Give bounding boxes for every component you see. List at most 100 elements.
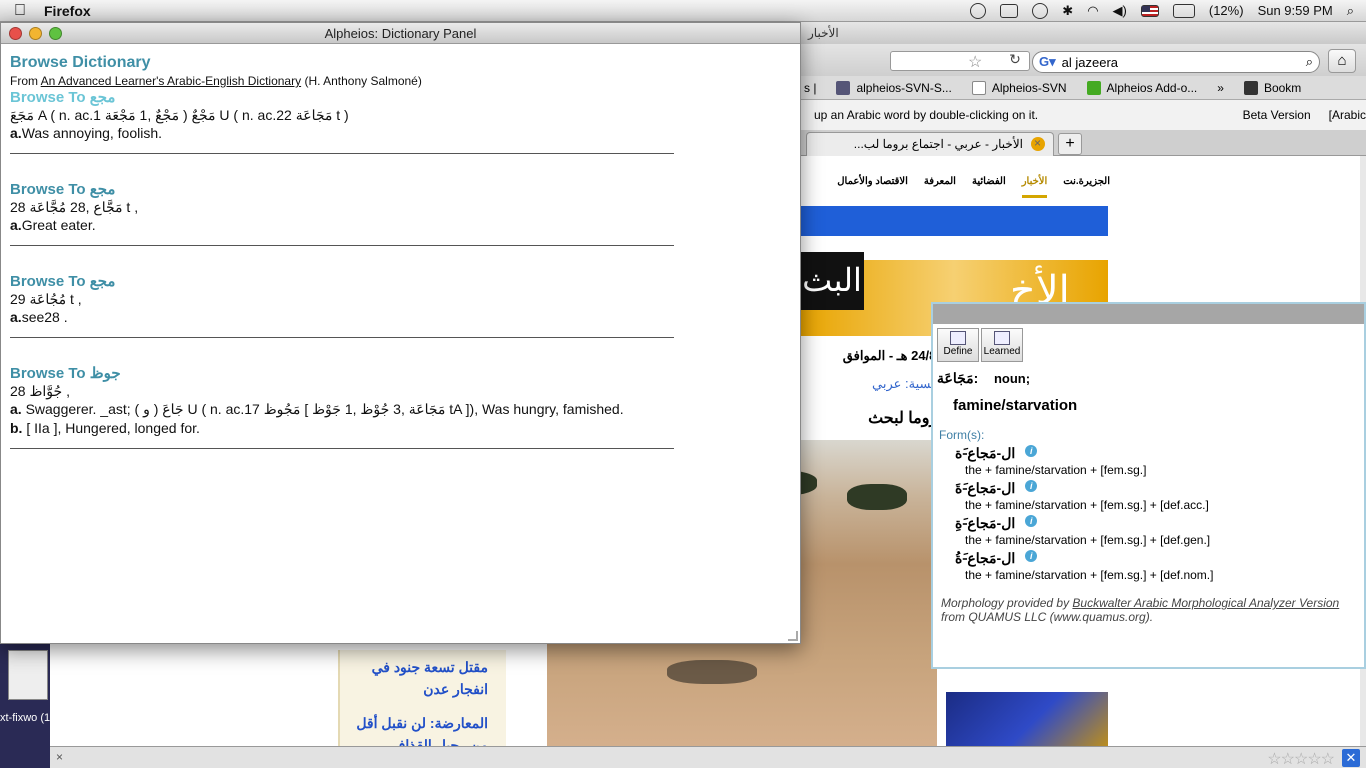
entry-lemma: 28 جُوَّاظ , (10, 383, 70, 399)
wifi-icon[interactable]: ◠ (1087, 3, 1098, 19)
app-menu-firefox[interactable]: Firefox (44, 3, 91, 19)
language-label[interactable]: [Arabic (1329, 108, 1366, 122)
bookmark-alpheios-svn-s[interactable]: alpheios-SVN-S... (836, 80, 952, 95)
dictionary-title-bar[interactable]: Alpheios: Dictionary Panel (1, 23, 800, 44)
battery-percent: (12%) (1208, 3, 1244, 18)
time-machine-icon[interactable] (1032, 2, 1049, 19)
form-entry: ال-مَجاع-َةِ i the + famine/starvation + … (933, 515, 1364, 547)
search-input[interactable]: al jazeera (1062, 55, 1300, 70)
sense-text: Great eater. (21, 217, 96, 233)
resize-grip-icon[interactable] (788, 631, 798, 641)
entry-lemma: مَجَعَ A ( n. ac.1 مَجْعٌ ,1 مَجْعَة ) م… (10, 107, 349, 123)
puzzle-icon (1086, 80, 1101, 95)
nav-item[interactable]: الاقتصاد والأعمال (837, 176, 908, 198)
nav-item-active[interactable]: الأخبار (1021, 176, 1048, 198)
status-bar: × ☆☆☆☆☆ ✕ (50, 746, 1366, 768)
file-icon[interactable] (8, 650, 48, 700)
tab-close-icon[interactable]: × (1034, 136, 1041, 150)
browse-to-link[interactable]: Browse To جوظ (10, 364, 674, 382)
form-gloss: the + famine/starvation + [fem.sg.] + [d… (965, 498, 1209, 512)
sense-text: Was annoying, foolish. (21, 125, 163, 141)
bookmark-alpheios-svn[interactable]: Alpheios-SVN (971, 80, 1067, 95)
entry-sense: a. Swaggerer. _ast; جَاعَ ( و ) U ( n. a… (10, 400, 674, 419)
form-gloss: the + famine/starvation + [fem.sg.] (965, 463, 1147, 477)
addon-icon[interactable]: ✕ (1342, 749, 1360, 767)
spotlight-icon[interactable]: ⌕ (1347, 3, 1354, 19)
browse-to-link[interactable]: Browse To مجع (10, 88, 674, 106)
sense-label: a. (10, 217, 22, 233)
google-icon[interactable]: G▾ (1039, 54, 1056, 70)
learned-button[interactable]: Learned (981, 328, 1023, 362)
camera-icon[interactable] (1000, 3, 1019, 18)
reload-icon[interactable]: ↻ (1005, 51, 1025, 71)
nav-item[interactable]: الفضائية (972, 176, 1006, 198)
dictionary-entry: Browse To مجع 29 مُجُاعَة t , a.see28 . (10, 272, 674, 338)
form-arabic: ال-مَجاع-َة (955, 445, 1016, 461)
nav-item[interactable]: الجزيرة.نت (1063, 176, 1110, 198)
browse-to-link[interactable]: Browse To مجع (10, 180, 674, 198)
entry-sense: b. [ IIa ], Hungered, longed for. (10, 419, 674, 438)
source-prefix: From (10, 74, 38, 88)
status-area: ✱ ◠ ◀) (12%) Sun 9:59 PM ⌕ (970, 2, 1366, 19)
file-label[interactable]: xt-fixwo (1).xque (0, 710, 50, 726)
bookmark-label: Bookm (1263, 80, 1302, 95)
define-icon (950, 331, 966, 345)
info-icon[interactable]: i (1025, 515, 1038, 527)
close-window-button[interactable] (9, 27, 22, 40)
bookmark-star-icon[interactable]: ☆ (968, 52, 982, 72)
popup-toolbar: Define Learned (933, 324, 1364, 366)
sync-icon[interactable] (970, 2, 987, 19)
info-icon[interactable]: i (1025, 550, 1038, 562)
credit-link[interactable]: Buckwalter Arabic Morphological Analyzer… (1072, 596, 1339, 610)
firefox-title: الأخبار (800, 22, 1366, 44)
tab-aljazeera[interactable]: الأخبار - عربي - اجتماع بروما لب... (806, 132, 1054, 156)
checkmark-icon (994, 331, 1010, 345)
form-arabic: ال-مَجاع-َةِ (955, 515, 1016, 531)
search-icon[interactable]: ⌕ (1306, 54, 1313, 70)
forms-label: Form(s): (939, 428, 985, 442)
rating-stars[interactable]: ☆☆☆☆☆ (1267, 749, 1335, 768)
minimize-window-button[interactable] (29, 27, 42, 40)
volume-icon[interactable]: ◀) (1113, 3, 1127, 19)
search-box[interactable]: G▾ al jazeera ⌕ (1032, 51, 1320, 73)
bookmark-bookm[interactable]: Bookm (1243, 80, 1302, 95)
zoom-window-button[interactable] (49, 27, 62, 40)
tab-strip: الأخبار - عربي - اجتماع بروما لب... × + (800, 130, 1366, 156)
browse-to-link[interactable]: Browse To مجع (10, 272, 674, 290)
close-findbar-icon[interactable]: × (56, 750, 63, 764)
info-icon[interactable]: i (1025, 480, 1038, 492)
alpheios-notice-bar: up an Arabic word by double-clicking on … (800, 100, 1366, 130)
nav-item[interactable]: المعرفة (924, 176, 956, 198)
dictionary-entry: Browse To جوظ 28 جُوَّاظ , a. Swaggerer.… (10, 364, 674, 449)
aljazeera-nav: الجزيرة.نت الأخبار الفضائية المعرفة الاق… (800, 176, 1110, 198)
apple-menu-icon[interactable]:  (0, 2, 40, 20)
popup-drag-bar[interactable] (933, 304, 1364, 324)
dictionary-entry: Browse To مجع مَجَعَ A ( n. ac.1 مَجْعٌ … (10, 88, 674, 154)
dictionary-panel-window: Alpheios: Dictionary Panel Browse Dictio… (0, 22, 801, 644)
clock[interactable]: Sun 9:59 PM (1258, 3, 1333, 18)
popup-word-line: مَجَاعَة: noun; (933, 366, 1364, 387)
entry-lemma: 29 مُجُاعَة t , (10, 291, 82, 307)
bookmark-alpheios-addon[interactable]: Alpheios Add-o... (1086, 80, 1197, 95)
source-link[interactable]: An Advanced Learner's Arabic-English Dic… (41, 74, 301, 88)
new-tab-button[interactable]: + (1058, 133, 1082, 155)
news-link[interactable]: مقتل تسعة جنود في انفجار عدن (340, 650, 506, 706)
bookmarks-overflow-icon[interactable]: » (1217, 81, 1224, 95)
notice-text: up an Arabic word by double-clicking on … (814, 108, 1039, 122)
define-button[interactable]: Define (937, 328, 979, 362)
credit-suffix: from QUAMUS LLC (www.quamus.org). (941, 610, 1154, 624)
popup-word: مَجَاعَة: (937, 370, 979, 386)
blue-nav-bar (800, 206, 1108, 236)
bookmarks-bar: s | alpheios-SVN-S... Alpheios-SVN Alphe… (800, 76, 1366, 100)
dictionary-source: From An Advanced Learner's Arabic-Englis… (10, 74, 800, 88)
sourceforge-icon (836, 80, 851, 95)
info-icon[interactable]: i (1025, 445, 1038, 457)
home-button[interactable]: ⌂ (1328, 49, 1356, 73)
sense-text: Swaggerer. _ast; جَاعَ ( و ) U ( n. ac.1… (21, 401, 624, 417)
bluetooth-icon[interactable]: ✱ (1062, 3, 1073, 19)
part-of-speech: noun; (993, 371, 1031, 386)
battery-icon[interactable] (1172, 3, 1195, 18)
live-banner[interactable]: البث (800, 252, 864, 310)
form-entry: ال-مَجاع-َةَ i the + famine/starvation + … (933, 480, 1364, 512)
input-flag-icon[interactable] (1140, 4, 1159, 17)
